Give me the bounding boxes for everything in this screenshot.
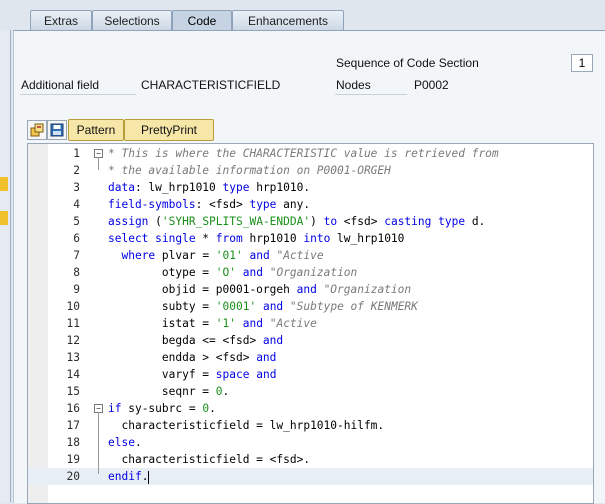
line-number: 7 <box>73 249 80 262</box>
code-line[interactable]: 7 where plvar = '01' and "Active <box>28 247 593 264</box>
code-text: characteristicfield = lw_hrp1010-hilfm. <box>108 419 385 432</box>
code-line[interactable]: 13 endda > <fsd> and <box>28 349 593 366</box>
code-line[interactable]: 8 otype = 'O' and "Organization <box>28 264 593 281</box>
code-text: objid = p0001-orgeh and "Organization <box>108 283 412 296</box>
line-number: 19 <box>66 453 80 466</box>
tab-extras[interactable]: Extras <box>30 10 92 30</box>
left-pane-edge <box>0 0 11 502</box>
tab-enhancements[interactable]: Enhancements <box>232 10 344 30</box>
code-line[interactable]: 18 else. <box>28 434 593 451</box>
row-marker <box>0 211 8 225</box>
line-number: 2 <box>73 164 80 177</box>
code-text: otype = 'O' and "Organization <box>108 266 358 279</box>
code-text: begda <= <fsd> and <box>108 334 284 347</box>
code-text: subty = '0001' and "Subtype of KENMERK <box>108 300 418 313</box>
line-number: 14 <box>66 368 80 381</box>
row-marker <box>0 177 8 191</box>
pattern-button[interactable]: Pattern <box>68 119 124 141</box>
code-line[interactable]: 11 istat = '1' and "Active <box>28 315 593 332</box>
change-display-icon[interactable] <box>27 120 47 140</box>
code-text: data: lw_hrp1010 type hrp1010. <box>108 181 311 194</box>
line-number: 17 <box>66 419 80 432</box>
label-underline <box>335 94 407 95</box>
code-line[interactable]: 16− if sy-subrc = 0. <box>28 400 593 417</box>
line-number: 5 <box>73 215 80 228</box>
tab-strip: Extras Selections Code Enhancements <box>0 0 605 30</box>
tab-selections[interactable]: Selections <box>92 10 172 30</box>
code-line[interactable]: 9 objid = p0001-orgeh and "Organization <box>28 281 593 298</box>
line-number: 13 <box>66 351 80 364</box>
code-text: * the available information on P0001-ORG… <box>108 164 391 177</box>
sequence-field[interactable]: 1 <box>571 54 593 72</box>
line-number: 18 <box>66 436 80 449</box>
tab-code[interactable]: Code <box>172 10 232 30</box>
line-number: 11 <box>66 317 80 330</box>
code-text: endif. <box>108 470 150 484</box>
fold-guide <box>98 412 99 474</box>
code-line[interactable]: 10 subty = '0001' and "Subtype of KENMER… <box>28 298 593 315</box>
code-text: select single * from hrp1010 into lw_hrp… <box>108 232 405 245</box>
code-line[interactable]: 19 characteristicfield = <fsd>. <box>28 451 593 468</box>
line-number: 15 <box>66 385 80 398</box>
code-line[interactable]: 2 * the available information on P0001-OR… <box>28 162 593 179</box>
line-number: 8 <box>73 266 80 279</box>
code-line[interactable]: 17 characteristicfield = lw_hrp1010-hilf… <box>28 417 593 434</box>
code-text: field-symbols: <fsd> type any. <box>108 198 311 211</box>
code-text: endda > <fsd> and <box>108 351 277 364</box>
line-number: 9 <box>73 283 80 296</box>
additional-field-label: Additional field <box>21 78 100 92</box>
code-line[interactable]: 1− * This is where the CHARACTERISTIC val… <box>28 145 593 162</box>
fold-guide <box>98 157 99 170</box>
code-line[interactable]: 15 seqnr = 0. <box>28 383 593 400</box>
additional-field-value: CHARACTERISTICFIELD <box>141 78 281 92</box>
code-line[interactable]: 20 endif. <box>28 468 593 485</box>
save-icon[interactable] <box>47 120 67 140</box>
code-line[interactable]: 6 select single * from hrp1010 into lw_hr… <box>28 230 593 247</box>
line-number: 12 <box>66 334 80 347</box>
code-text: * This is where the CHARACTERISTIC value… <box>108 147 499 160</box>
code-text: where plvar = '01' and "Active <box>121 249 324 262</box>
line-number: 20 <box>66 470 80 483</box>
code-text: assign ('SYHR_SPLITS_WA-ENDDA') to <fsd>… <box>108 215 486 228</box>
label-underline <box>20 94 136 95</box>
line-number: 3 <box>73 181 80 194</box>
code-text: characteristicfield = <fsd>. <box>108 453 311 466</box>
code-line[interactable]: 5 assign ('SYHR_SPLITS_WA-ENDDA') to <fsd… <box>28 213 593 230</box>
nodes-value: P0002 <box>414 78 449 92</box>
code-line[interactable]: 14 varyf = space and <box>28 366 593 383</box>
code-text: seqnr = 0. <box>108 385 230 398</box>
code-line[interactable]: 4 field-symbols: <fsd> type any. <box>28 196 593 213</box>
code-line[interactable]: 12 begda <= <fsd> and <box>28 332 593 349</box>
line-number: 10 <box>66 300 80 313</box>
line-number: 16 <box>66 402 80 415</box>
code-text: istat = '1' and "Active <box>108 317 317 330</box>
text-cursor <box>148 470 150 484</box>
sequence-label: Sequence of Code Section <box>336 56 479 70</box>
code-text: if sy-subrc = 0. <box>108 402 216 415</box>
line-number: 4 <box>73 198 80 211</box>
line-number: 1 <box>73 147 80 160</box>
code-editor[interactable]: 1− * This is where the CHARACTERISTIC val… <box>27 143 594 504</box>
prettyprint-button[interactable]: PrettyPrint <box>124 119 214 141</box>
code-text: else. <box>108 436 142 449</box>
code-text: varyf = space and <box>108 368 277 381</box>
code-line[interactable]: 3 data: lw_hrp1010 type hrp1010. <box>28 179 593 196</box>
line-number: 6 <box>73 232 80 245</box>
nodes-label: Nodes <box>336 78 371 92</box>
